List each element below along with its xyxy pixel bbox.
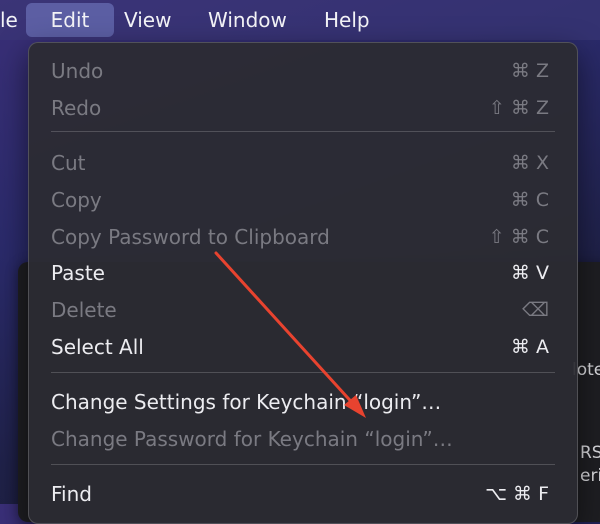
menu-divider xyxy=(51,372,555,373)
menu-item-change-keychain-password[interactable]: Change Password for Keychain “login”… xyxy=(29,422,577,456)
menu-item-copy[interactable]: Copy ⌘ C xyxy=(29,183,577,217)
menu-item-label: Change Password for Keychain “login”… xyxy=(51,427,453,451)
menu-item-label: Find xyxy=(51,482,92,506)
menu-item-label: Undo xyxy=(51,59,104,83)
menu-bar: le Edit View Window Help xyxy=(0,0,600,40)
menu-item-label: Select All xyxy=(51,335,144,359)
menu-item-label: Delete xyxy=(51,298,117,322)
delete-key-icon: ⌫ xyxy=(522,299,549,321)
menu-divider xyxy=(51,131,555,132)
menu-file[interactable]: le xyxy=(0,3,18,37)
menu-item-find[interactable]: Find ⌥ ⌘ F xyxy=(29,477,577,511)
menu-item-select-all[interactable]: Select All ⌘ A xyxy=(29,330,577,364)
shortcut-label: ⌥ ⌘ F xyxy=(485,483,549,505)
menu-item-label: Change Settings for Keychain “login”… xyxy=(51,390,442,414)
shortcut-label: ⌘ X xyxy=(510,152,549,174)
menu-item-delete[interactable]: Delete ⌫ xyxy=(29,293,577,327)
menu-item-change-keychain-settings[interactable]: Change Settings for Keychain “login”… xyxy=(29,385,577,419)
menu-item-paste[interactable]: Paste ⌘ V xyxy=(29,256,577,290)
menu-window[interactable]: Window xyxy=(208,3,287,37)
shortcut-label: ⇧ ⌘ Z xyxy=(488,97,549,119)
edit-menu: Undo ⌘ Z Redo ⇧ ⌘ Z Cut ⌘ X Copy ⌘ C Cop… xyxy=(28,42,578,524)
menu-edit[interactable]: Edit xyxy=(26,3,114,37)
shortcut-label: ⇧ ⌘ C xyxy=(488,226,549,248)
menu-divider xyxy=(51,464,555,465)
menu-item-redo[interactable]: Redo ⇧ ⌘ Z xyxy=(29,91,577,125)
menu-item-label: Copy Password to Clipboard xyxy=(51,225,330,249)
menu-view[interactable]: View xyxy=(124,3,171,37)
shortcut-label: ⌘ C xyxy=(510,189,549,211)
menu-item-undo[interactable]: Undo ⌘ Z xyxy=(29,54,577,88)
background-text-fragment: eriv xyxy=(580,466,600,486)
menu-help[interactable]: Help xyxy=(324,3,370,37)
shortcut-label: ⌘ V xyxy=(510,262,549,284)
background-text-fragment: RSA xyxy=(580,443,600,463)
shortcut-label: ⌘ Z xyxy=(510,60,549,82)
menu-item-label: Redo xyxy=(51,96,102,120)
menu-item-label: Copy xyxy=(51,188,102,212)
shortcut-label: ⌘ A xyxy=(510,336,549,358)
menu-item-cut[interactable]: Cut ⌘ X xyxy=(29,146,577,180)
menu-item-label: Cut xyxy=(51,151,86,175)
menu-item-copy-password[interactable]: Copy Password to Clipboard ⇧ ⌘ C xyxy=(29,220,577,254)
menu-item-label: Paste xyxy=(51,261,105,285)
